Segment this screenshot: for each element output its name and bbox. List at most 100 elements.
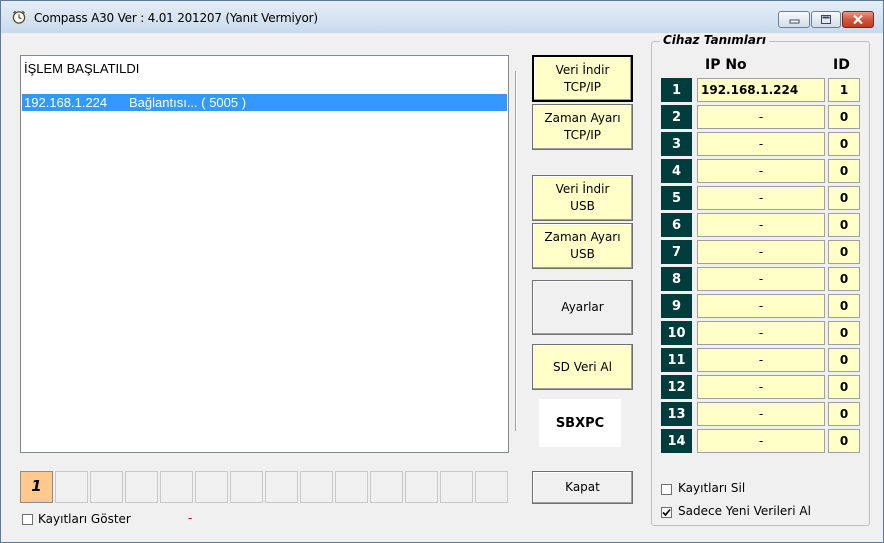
device-ip-field[interactable]: - [697, 213, 825, 237]
checkmark-icon [662, 508, 671, 517]
device-id-field[interactable]: 0 [828, 294, 860, 318]
veri-indir-tcp-line2: TCP/IP [563, 79, 602, 94]
sadece-yeni-checkbox[interactable] [661, 507, 672, 518]
device-id-field[interactable]: 0 [828, 267, 860, 291]
vertical-separator [515, 71, 517, 431]
id-column-header: ID [833, 57, 850, 73]
device-id-field[interactable]: 0 [828, 213, 860, 237]
device-ip-field[interactable]: - [697, 402, 825, 426]
log-ip: 192.168.1.224 [24, 95, 108, 110]
page-cell[interactable] [475, 471, 508, 503]
device-id-field[interactable]: 0 [828, 159, 860, 183]
device-ip-field[interactable]: - [697, 321, 825, 345]
client-area: İŞLEM BAŞLATILDI 192.168.1.224 Bağlantıs… [7, 33, 877, 536]
zaman-ayari-usb-line1: Zaman Ayarı [544, 230, 621, 244]
close-icon [853, 14, 863, 25]
device-id-field[interactable]: 0 [828, 429, 860, 453]
window-title: Compass A30 Ver : 4.01 201207 (Yanıt Ver… [34, 11, 318, 25]
device-number: 10 [661, 321, 692, 345]
device-ip-field[interactable]: - [697, 375, 825, 399]
log-listbox[interactable]: İŞLEM BAŞLATILDI 192.168.1.224 Bağlantıs… [20, 55, 509, 453]
minimize-button[interactable] [778, 11, 810, 28]
page-cell[interactable] [230, 471, 263, 503]
zaman-ayari-usb-button[interactable]: Zaman Ayarı USB [532, 223, 633, 269]
page-cell[interactable] [125, 471, 158, 503]
page-cell[interactable] [265, 471, 298, 503]
kapat-button[interactable]: Kapat [532, 471, 633, 504]
kayitlari-goster-checkbox[interactable] [22, 514, 33, 525]
device-id-field[interactable]: 0 [828, 240, 860, 264]
device-ip-field[interactable]: - [697, 267, 825, 291]
veri-indir-tcp-button[interactable]: Veri İndir TCP/IP [532, 55, 633, 102]
ayarlar-button[interactable]: Ayarlar [532, 280, 633, 335]
device-number: 1 [661, 78, 692, 102]
device-number: 13 [661, 402, 692, 426]
maximize-button[interactable] [811, 11, 841, 28]
kayitlari-sil-label: Kayıtları Sil [678, 481, 746, 495]
zaman-ayari-usb-line2: USB [570, 247, 595, 261]
device-id-field[interactable]: 0 [828, 132, 860, 156]
page-cell[interactable] [440, 471, 473, 503]
device-ip-field[interactable]: - [697, 186, 825, 210]
log-line-started: İŞLEM BAŞLATILDI [24, 61, 140, 76]
app-window: Compass A30 Ver : 4.01 201207 (Yanıt Ver… [0, 0, 884, 543]
device-number: 8 [661, 267, 692, 291]
page-cell[interactable] [335, 471, 368, 503]
clock-icon [12, 10, 26, 24]
device-number: 12 [661, 375, 692, 399]
zaman-ayari-tcp-button[interactable]: Zaman Ayarı TCP/IP [532, 104, 633, 150]
device-id-field[interactable]: 0 [828, 105, 860, 129]
close-button[interactable] [842, 11, 874, 28]
ip-column-header: IP No [705, 57, 747, 73]
veri-indir-usb-line2: USB [570, 199, 595, 213]
title-bar[interactable]: Compass A30 Ver : 4.01 201207 (Yanıt Ver… [1, 1, 883, 33]
minimize-icon [789, 19, 800, 24]
veri-indir-usb-button[interactable]: Veri İndir USB [532, 175, 633, 221]
sadece-yeni-label: Sadece Yeni Verileri Al [678, 504, 811, 518]
device-number: 11 [661, 348, 692, 372]
veri-indir-tcp-line1: Veri İndir [555, 62, 610, 77]
page-strip: 1 [20, 471, 510, 504]
page-cell[interactable] [55, 471, 88, 503]
kayitlari-goster-label: Kayıtları Göster [38, 512, 131, 526]
brand-label: SBXPC [539, 399, 621, 447]
device-number: 9 [661, 294, 692, 318]
kayitlari-sil-checkbox[interactable] [661, 484, 672, 495]
device-ip-field[interactable]: 192.168.1.224 [697, 78, 825, 102]
device-id-field[interactable]: 0 [828, 186, 860, 210]
device-number: 2 [661, 105, 692, 129]
page-cell[interactable] [405, 471, 438, 503]
device-number: 14 [661, 429, 692, 453]
zaman-ayari-tcp-line1: Zaman Ayarı [544, 111, 621, 125]
sd-veri-al-button[interactable]: SD Veri Al [532, 344, 633, 390]
status-dash: - [188, 511, 193, 525]
zaman-ayari-tcp-line2: TCP/IP [563, 128, 602, 142]
device-number: 3 [661, 132, 692, 156]
device-id-field[interactable]: 0 [828, 348, 860, 372]
device-id-field[interactable]: 0 [828, 375, 860, 399]
page-cell[interactable] [370, 471, 403, 503]
maximize-icon [821, 15, 831, 24]
device-id-field[interactable]: 1 [828, 78, 860, 102]
veri-indir-usb-line1: Veri İndir [555, 182, 610, 196]
log-status: Bağlantısı... ( 5005 ) [129, 95, 247, 110]
device-id-field[interactable]: 0 [828, 321, 860, 345]
page-cell[interactable] [160, 471, 193, 503]
device-id-field[interactable]: 0 [828, 402, 860, 426]
log-line-selected[interactable]: 192.168.1.224 Bağlantısı... ( 5005 ) [22, 94, 507, 111]
device-ip-field[interactable]: - [697, 240, 825, 264]
page-cell[interactable] [90, 471, 123, 503]
device-number: 7 [661, 240, 692, 264]
device-ip-field[interactable]: - [697, 348, 825, 372]
page-cell-active[interactable]: 1 [20, 471, 53, 503]
device-ip-field[interactable]: - [697, 132, 825, 156]
device-number: 6 [661, 213, 692, 237]
device-ip-field[interactable]: - [697, 159, 825, 183]
page-cell[interactable] [195, 471, 228, 503]
device-group-title: Cihaz Tanımları [660, 33, 769, 47]
device-number: 5 [661, 186, 692, 210]
device-ip-field[interactable]: - [697, 429, 825, 453]
device-ip-field[interactable]: - [697, 294, 825, 318]
page-cell[interactable] [300, 471, 333, 503]
device-ip-field[interactable]: - [697, 105, 825, 129]
